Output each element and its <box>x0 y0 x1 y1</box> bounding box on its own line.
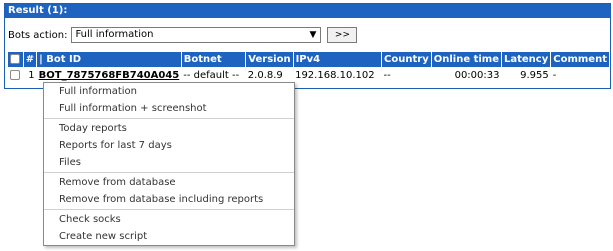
bots-action-select[interactable]: Full information ▼ <box>71 27 322 43</box>
row-bot-id[interactable]: BOT_7875768FB740A045 <box>37 67 182 83</box>
col-ipv4[interactable]: IPv4 <box>293 52 383 67</box>
menu-item-remove-from-database[interactable]: Remove from database <box>44 174 294 191</box>
menu-separator <box>44 172 294 173</box>
table-header-row: # | Bot ID Botnet Version IPv4 Country O… <box>8 52 610 67</box>
row-version: 2.0.8.9 <box>247 69 283 81</box>
bots-table: # | Bot ID Botnet Version IPv4 Country O… <box>8 52 610 83</box>
context-menu: Full information Full information + scre… <box>43 82 295 246</box>
result-title: Result (1): <box>5 4 610 18</box>
menu-item-create-new-script[interactable]: Create new script <box>44 228 294 245</box>
col-country[interactable]: Country <box>381 52 432 67</box>
col-bot-id[interactable]: | Bot ID <box>36 52 182 67</box>
dropdown-arrow-icon: ▼ <box>309 30 317 40</box>
menu-item-files[interactable]: Files <box>44 154 294 171</box>
execute-action-button[interactable]: >> <box>327 27 358 43</box>
select-all-checkbox[interactable] <box>10 54 20 64</box>
menu-separator <box>44 118 294 119</box>
col-index: # <box>23 52 38 67</box>
bots-action-row: Bots action: Full information ▼ >> <box>8 26 358 44</box>
menu-separator <box>44 209 294 210</box>
row-checkbox-cell[interactable] <box>8 67 23 83</box>
menu-item-full-information[interactable]: Full information <box>44 83 294 100</box>
result-panel: Result (1): Bots action: Full informatio… <box>4 3 611 89</box>
col-comment[interactable]: Comment <box>550 52 610 67</box>
row-checkbox[interactable] <box>10 69 20 80</box>
row-botnet: -- default -- <box>183 69 240 81</box>
row-comment: - <box>552 69 557 81</box>
row-latency: 9.955 <box>520 69 549 81</box>
menu-item-reports-last-7-days[interactable]: Reports for last 7 days <box>44 137 294 154</box>
col-latency[interactable]: Latency <box>501 52 552 67</box>
table-row[interactable]: 1 BOT_7875768FB740A045 -- default -- 2.0… <box>8 67 610 83</box>
col-version[interactable]: Version <box>245 52 294 67</box>
row-ipv4: 192.168.10.102 <box>295 69 375 81</box>
menu-item-check-socks[interactable]: Check socks <box>44 211 294 228</box>
menu-item-remove-including-reports[interactable]: Remove from database including reports <box>44 191 294 208</box>
bots-action-label: Bots action: <box>8 29 68 41</box>
col-online-time[interactable]: Online time <box>431 52 503 67</box>
row-index: 1 <box>28 69 35 81</box>
col-botnet[interactable]: Botnet <box>181 52 247 67</box>
row-country: -- <box>383 69 391 81</box>
row-online-time: 00:00:33 <box>454 69 500 81</box>
select-all-checkbox-header[interactable] <box>8 52 24 67</box>
menu-item-today-reports[interactable]: Today reports <box>44 120 294 137</box>
menu-item-full-information-screenshot[interactable]: Full information + screenshot <box>44 100 294 117</box>
bots-action-selected: Full information <box>75 29 154 40</box>
